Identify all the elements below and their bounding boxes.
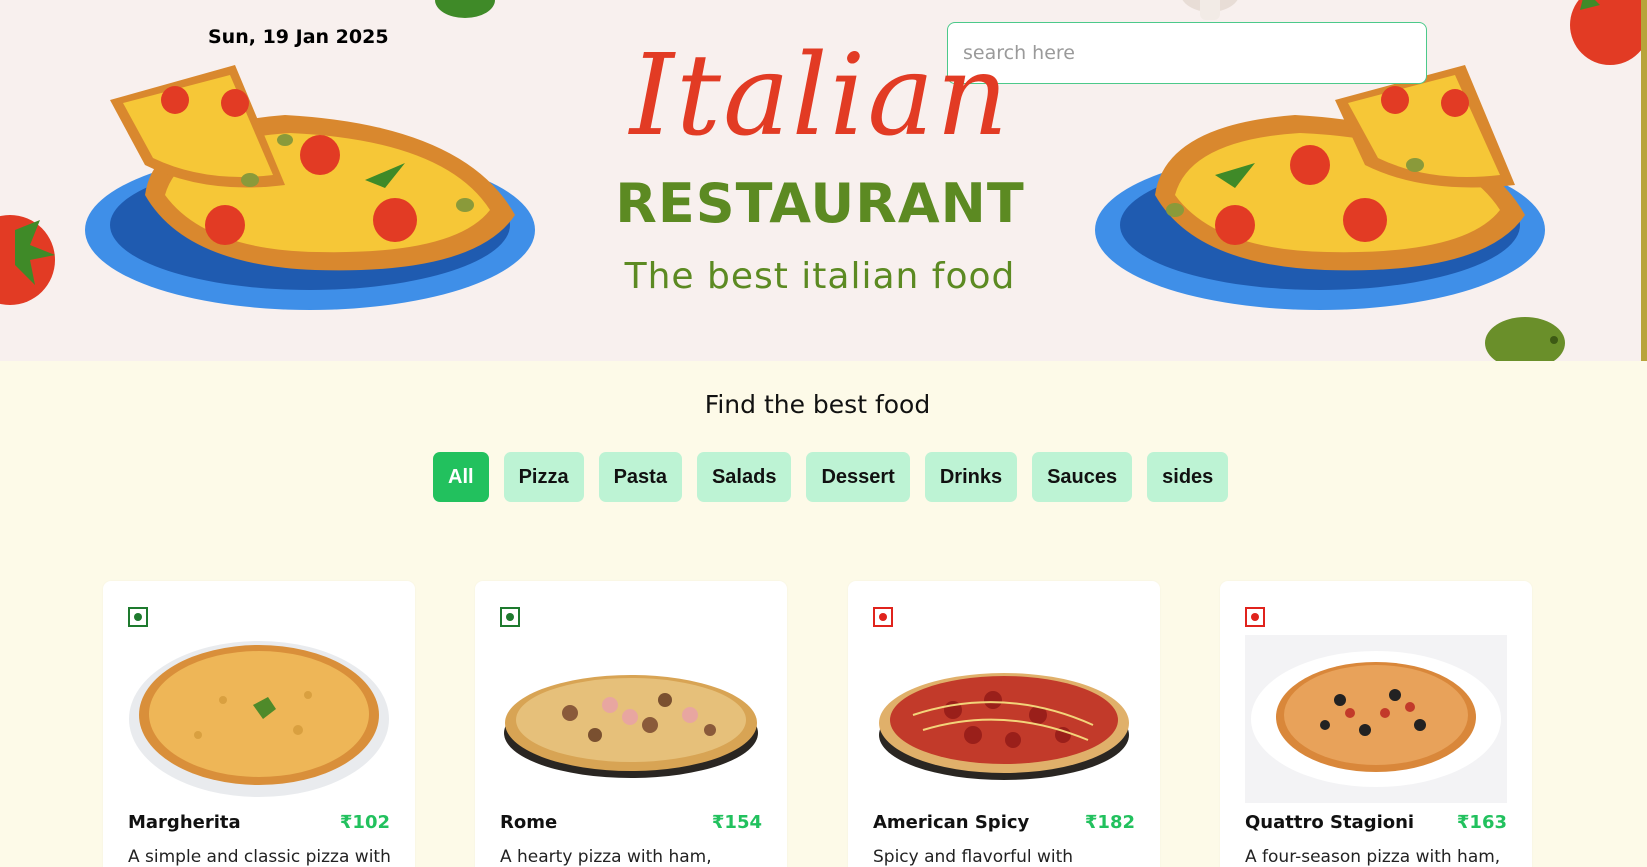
filter-dessert[interactable]: Dessert <box>806 452 910 502</box>
item-name: American Spicy <box>873 812 1030 833</box>
item-price: ₹163 <box>1456 812 1507 833</box>
brand-name: RESTAURANT <box>615 172 1025 235</box>
brand-script-logo: Italian <box>629 31 1011 161</box>
item-price: ₹154 <box>711 812 762 833</box>
item-name: Margherita <box>128 812 241 833</box>
hero-edge-divider <box>1641 0 1647 361</box>
hero-banner: Sun, 19 Jan 2025 Italian RESTAURANT The … <box>0 0 1647 361</box>
menu-card-american-spicy[interactable]: American Spicy ₹182 Spicy and flavorful … <box>848 581 1160 867</box>
pizza-image <box>1245 635 1507 803</box>
nonveg-indicator-icon <box>1245 607 1265 627</box>
filter-drinks[interactable]: Drinks <box>924 452 1018 502</box>
menu-card-margherita[interactable]: Margherita ₹102 A simple and classic piz… <box>103 581 415 867</box>
item-name: Rome <box>500 812 558 833</box>
filter-sides[interactable]: sides <box>1147 452 1229 502</box>
filter-sauces[interactable]: Sauces <box>1032 452 1133 502</box>
current-date: Sun, 19 Jan 2025 <box>208 26 389 48</box>
item-description: A four-season pizza with ham, <box>1245 847 1501 867</box>
filter-pizza[interactable]: Pizza <box>503 452 584 502</box>
veg-indicator-icon <box>128 607 148 627</box>
filter-salads[interactable]: Salads <box>696 452 792 502</box>
pizza-image <box>129 641 389 797</box>
item-description: A simple and classic pizza with <box>128 847 391 867</box>
pizza-plate-right-illustration <box>1095 65 1545 310</box>
olive-illustration <box>1485 317 1565 361</box>
category-filter-bar: All Pizza Pasta Salads Dessert Drinks Sa… <box>433 452 1229 502</box>
tomato-top-right-illustration <box>1570 0 1645 65</box>
nonveg-indicator-icon <box>873 607 893 627</box>
pizza-plate-left-illustration <box>85 65 535 310</box>
leaf-top-illustration <box>435 0 495 18</box>
item-price: ₹102 <box>339 812 390 833</box>
item-price: ₹182 <box>1084 812 1135 833</box>
pizza-image <box>504 675 758 778</box>
filter-pasta[interactable]: Pasta <box>598 452 682 502</box>
veg-indicator-icon <box>500 607 520 627</box>
filter-all[interactable]: All <box>433 452 489 502</box>
pizza-image <box>879 673 1129 780</box>
tomato-left-illustration <box>0 215 55 305</box>
menu-card-quattro-stagioni[interactable]: Quattro Stagioni ₹163 A four-season pizz… <box>1220 581 1532 867</box>
menu-card-rome[interactable]: Rome ₹154 A hearty pizza with ham, <box>475 581 787 867</box>
item-name: Quattro Stagioni <box>1245 812 1415 833</box>
brand-tagline: The best italian food <box>624 256 1016 297</box>
section-title: Find the best food <box>704 390 931 419</box>
item-description: A hearty pizza with ham, <box>500 847 712 867</box>
item-description: Spicy and flavorful with <box>873 847 1074 867</box>
